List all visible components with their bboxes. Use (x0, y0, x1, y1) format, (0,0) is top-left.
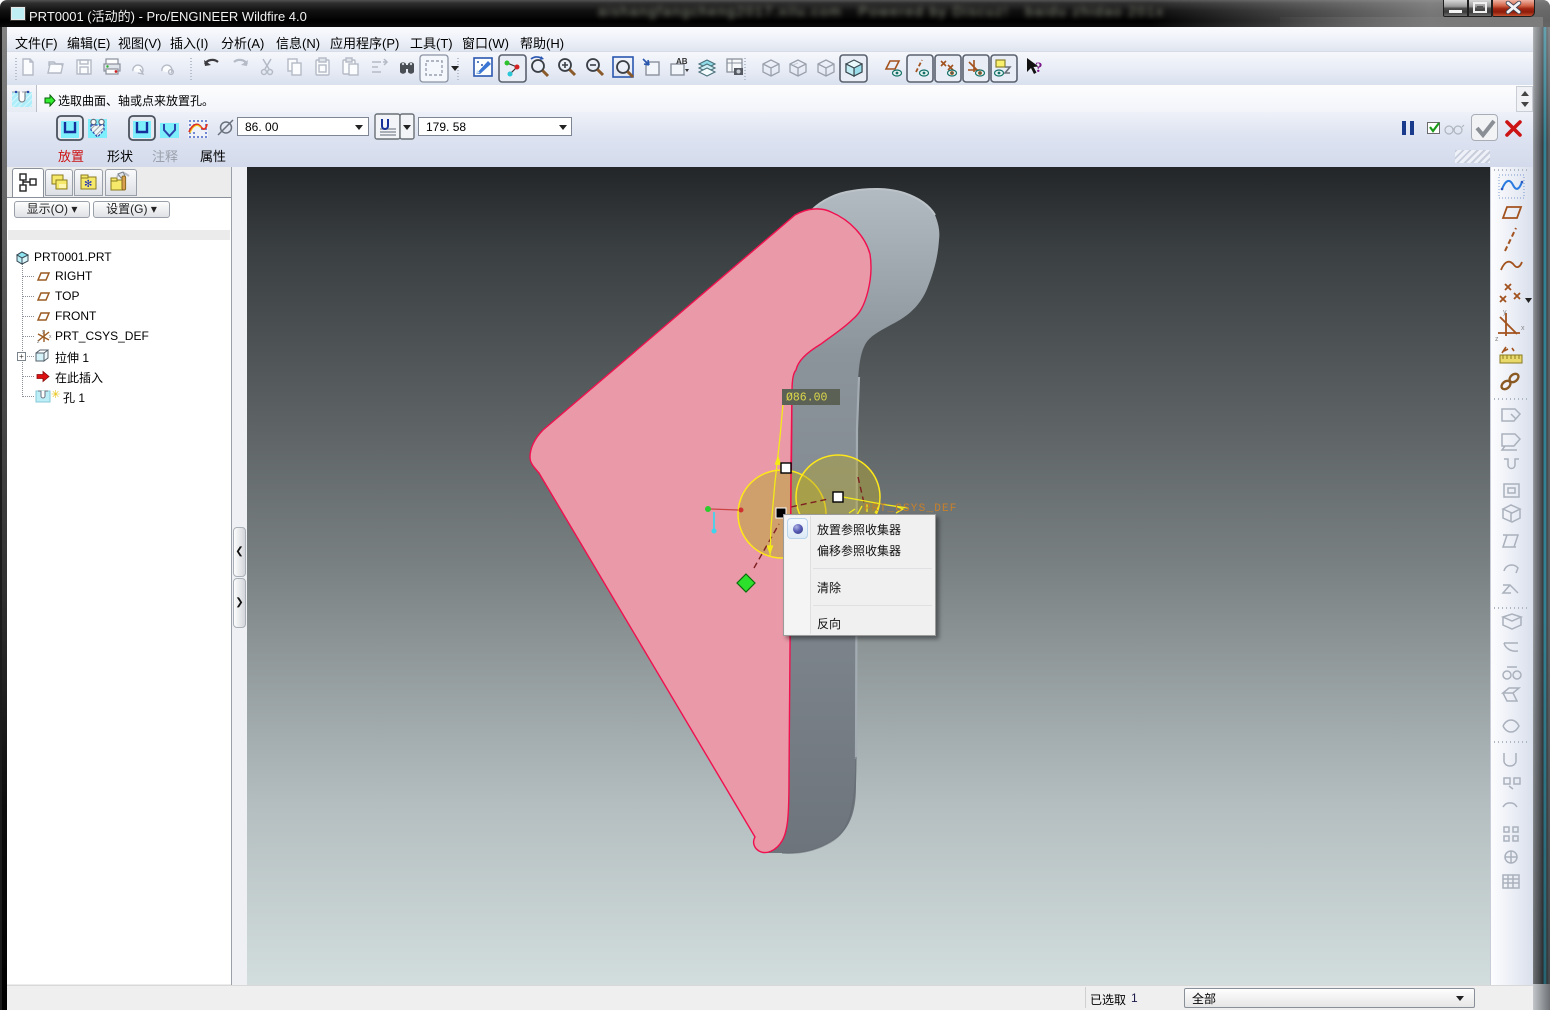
svg-text:z: z (1495, 336, 1499, 343)
svg-text:AB: AB (676, 57, 688, 66)
svg-text:y: y (1503, 309, 1507, 316)
svg-text:?: ? (1035, 60, 1043, 76)
svg-text:x: x (49, 334, 52, 340)
svg-text:✻: ✻ (84, 179, 92, 190)
svg-text:Ø86.00: Ø86.00 (786, 392, 828, 405)
svg-text:x: x (1521, 325, 1525, 332)
